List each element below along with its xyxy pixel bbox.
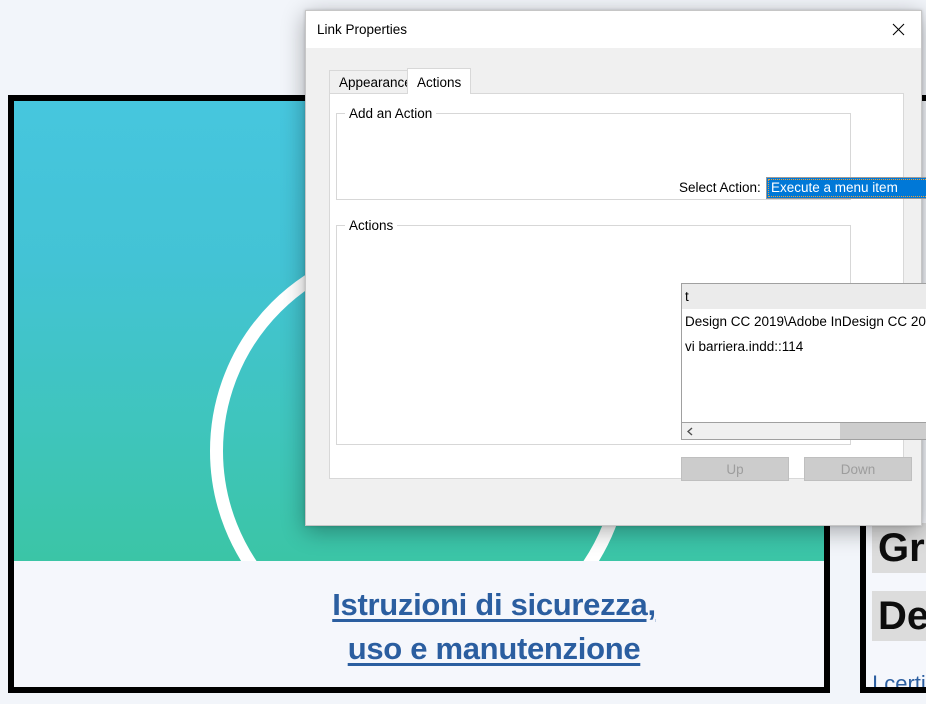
group-add-an-action-label: Add an Action [345,106,437,121]
actions-listbox[interactable]: t Design CC 2019\Adobe InDesign CC 2019.… [681,283,926,423]
move-down-button[interactable]: Down [804,457,912,481]
right-page-heading-1: Gru [872,523,926,573]
dialog-body: Appearance Actions Add an Action Select … [306,48,926,525]
actions-list-horizontal-scrollbar[interactable] [681,423,926,440]
close-button[interactable] [876,11,921,48]
actions-list-item[interactable]: Design CC 2019\Adobe InDesign CC 2019.ap… [682,309,926,334]
right-page-body-text: I certi [872,671,926,693]
pdf-title-line-2[interactable]: uso e manutenzione [348,627,641,671]
dialog-title: Link Properties [317,22,408,37]
close-icon [892,23,905,36]
dialog-titlebar: Link Properties [306,11,921,48]
chevron-left-icon[interactable] [682,423,698,439]
tab-actions[interactable]: Actions [407,68,472,94]
link-properties-dialog: Link Properties Appearance Actions Add a… [305,10,926,526]
actions-list-item[interactable]: t [682,284,926,309]
select-action-label: Select Action: [679,180,761,195]
group-actions-label: Actions [345,218,398,233]
right-page-heading-2: Des [872,591,926,641]
pdf-title-line-1[interactable]: Istruzioni di sicurezza, [332,583,656,627]
select-action-value: Execute a menu item [767,178,926,198]
scrollbar-track[interactable] [698,423,926,439]
actions-list-item[interactable]: vi barriera.indd::114 [682,334,926,359]
pdf-title-block: Istruzioni di sicurezza, uso e manutenzi… [14,567,824,687]
scrollbar-thumb[interactable] [840,423,926,439]
tabstrip: Appearance Actions [329,68,904,95]
select-action-dropdown[interactable]: Execute a menu item [766,177,926,199]
move-up-button[interactable]: Up [681,457,789,481]
